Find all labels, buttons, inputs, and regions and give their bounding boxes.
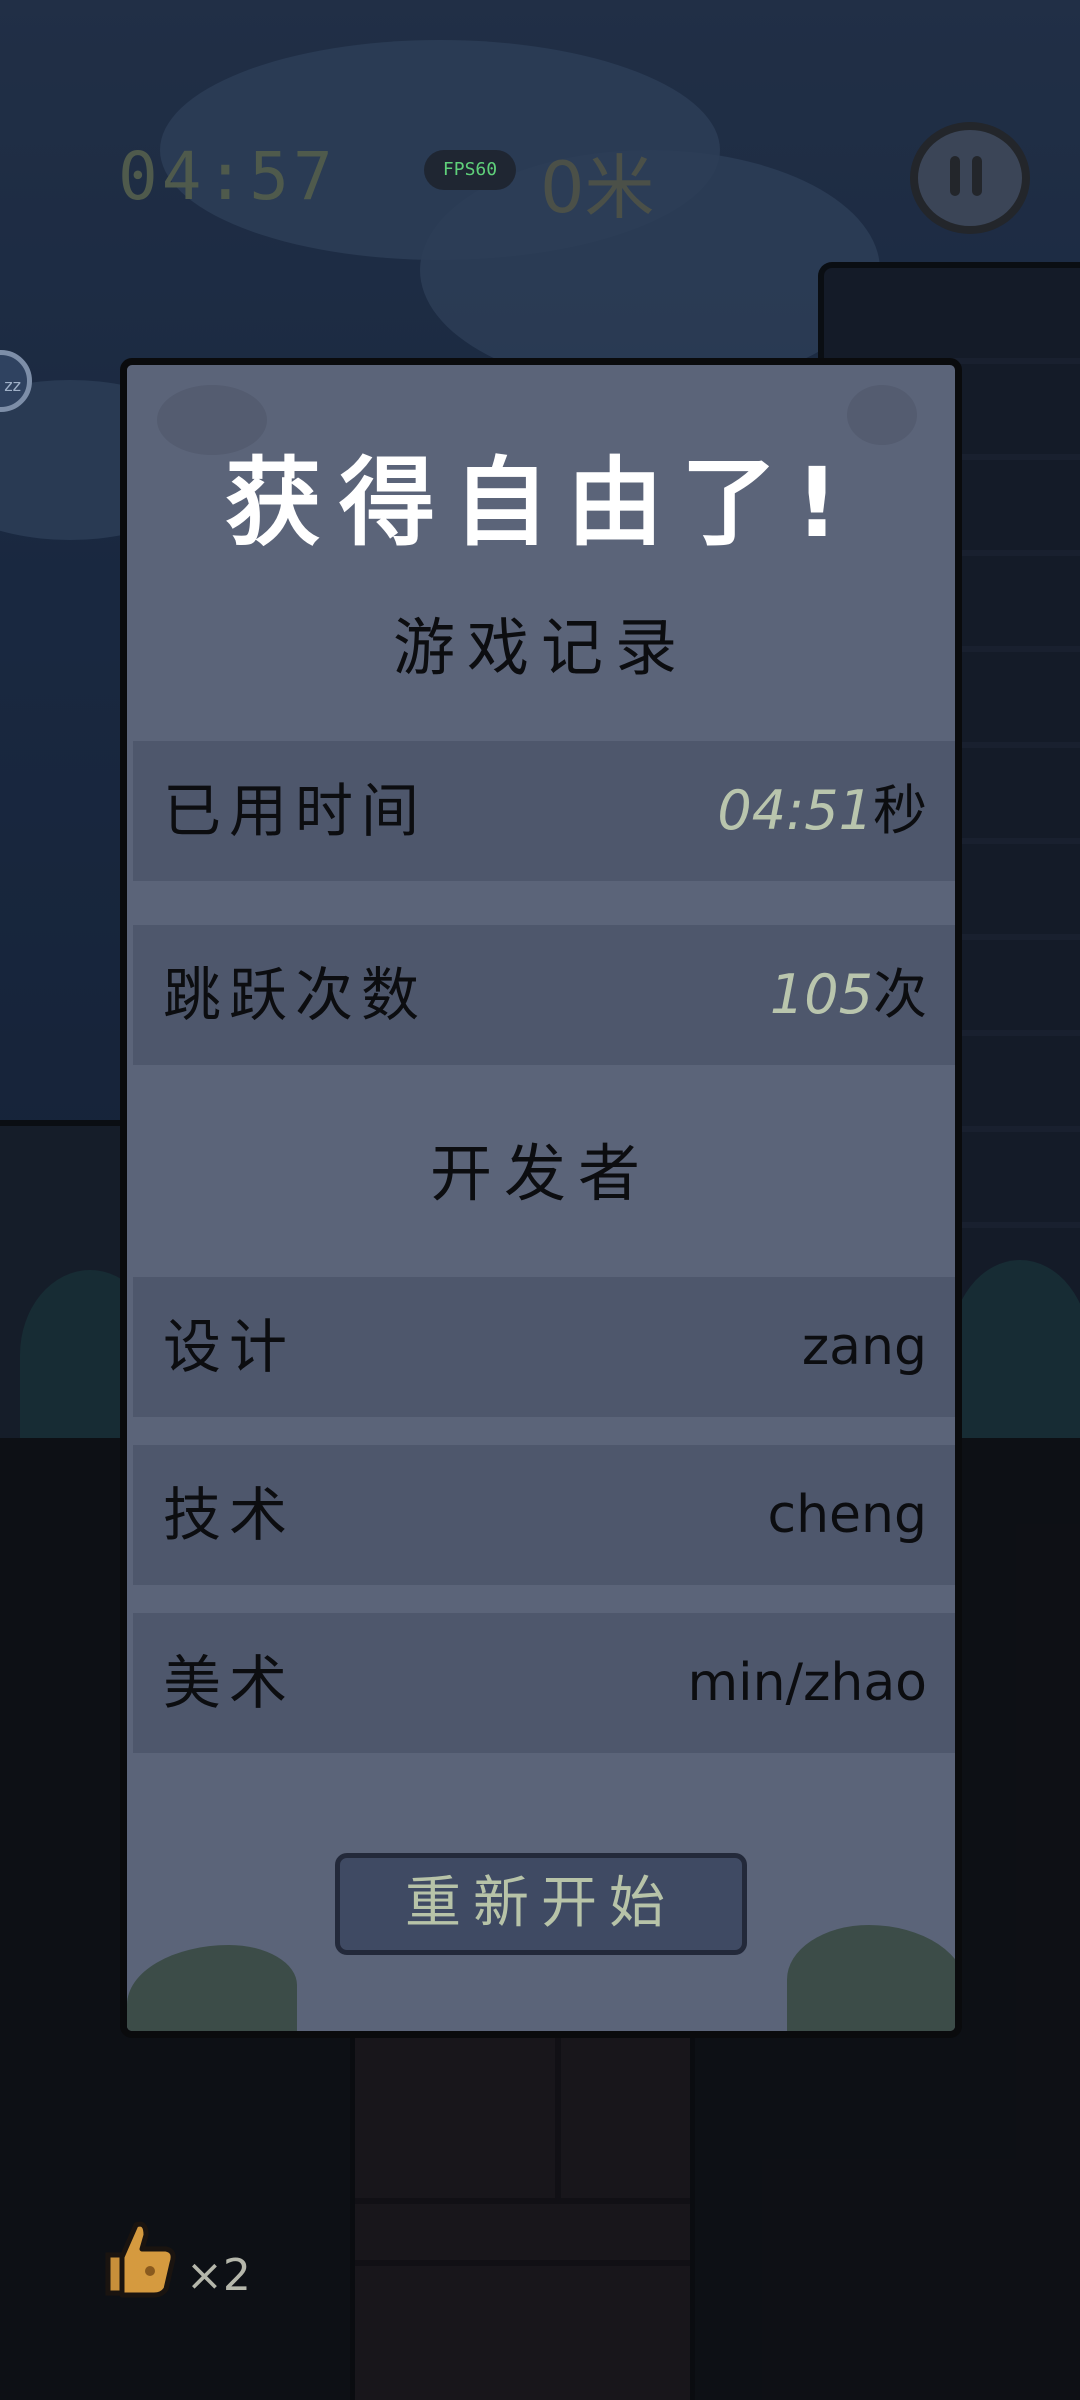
developer-name: zang (801, 1317, 927, 1377)
developer-name: cheng (767, 1485, 927, 1545)
game-complete-panel: 获得自由了! 游戏记录 已用时间 04:51秒 跳跃次数 105次 开发者 设计… (120, 358, 962, 2038)
developer-row-art: 美术 min/zhao (133, 1613, 955, 1753)
developer-name: min/zhao (687, 1653, 927, 1713)
record-unit: 秒 (873, 779, 927, 842)
pause-icon (950, 156, 960, 196)
thumbs-up-icon (105, 2221, 176, 2298)
grass-decoration (787, 1925, 955, 2031)
developer-row-design: 设计 zang (133, 1277, 955, 1417)
record-row-jumps: 跳跃次数 105次 (133, 925, 955, 1065)
developers-heading: 开发者 (429, 1137, 652, 1210)
distance-counter: 0米 (540, 147, 655, 229)
restart-button[interactable]: 重新开始 (335, 1853, 747, 1955)
record-label: 跳跃次数 (163, 961, 428, 1029)
developer-row-tech: 技术 cheng (133, 1445, 955, 1585)
pause-icon-bar (972, 156, 982, 196)
pause-button[interactable] (910, 122, 1030, 234)
panel-title: 获得自由了! (225, 447, 857, 559)
record-value: 105次 (770, 925, 927, 1065)
record-value: 04:51秒 (717, 741, 927, 881)
lives-count: ×2 (186, 2250, 251, 2301)
fps-counter: FPS60 (424, 150, 516, 190)
record-row-time: 已用时间 04:51秒 (133, 741, 955, 881)
record-unit: 次 (873, 963, 927, 1026)
developer-role: 技术 (163, 1481, 296, 1549)
record-heading: 游戏记录 (392, 611, 689, 684)
grass-decoration (127, 1945, 297, 2031)
record-label: 已用时间 (163, 777, 428, 845)
record-number: 04:51 (717, 779, 873, 842)
developer-role: 设计 (163, 1313, 296, 1381)
developer-role: 美术 (163, 1649, 296, 1717)
record-number: 105 (769, 963, 873, 1026)
game-timer: 04:57 (118, 138, 337, 215)
